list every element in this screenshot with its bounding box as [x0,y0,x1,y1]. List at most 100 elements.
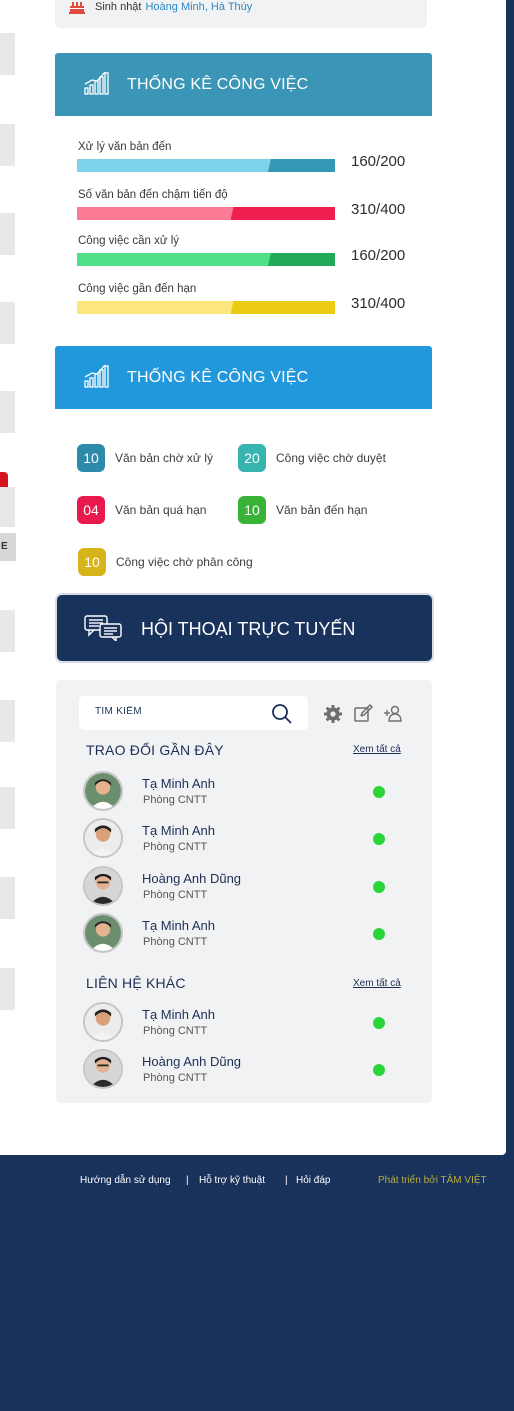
work-stats-title: THỐNG KÊ CÔNG VIỆC [127,75,309,93]
progress-row: Công việc gần đến hạn 310/400 [77,283,417,319]
contact-name: Tạ Minh Anh [142,776,215,791]
count-label: Công việc chờ phân công [116,555,253,569]
progress-label: Số văn bản đến chậm tiến độ [78,189,228,201]
count-item[interactable]: 04 Văn bản quá hạn [77,496,206,524]
avatar [83,771,123,811]
chat-title: HỘI THOẠI TRỰC TUYẾN [141,619,356,639]
count-label: Công việc chờ duyệt [276,451,386,465]
birthday-names-link[interactable]: Hoàng Minh, Hà Thúy [145,1,252,13]
chat-search-input[interactable] [95,706,255,717]
avatar [83,818,123,858]
progress-row: Số văn bản đến chậm tiến độ 310/400 [77,189,417,225]
contact-name: Hoàng Anh Dũng [142,871,242,886]
side-tab[interactable] [0,302,15,344]
contact-item[interactable]: Tạ Minh Anh Phòng CNTT [83,818,393,858]
side-tab[interactable] [0,33,15,75]
contact-dept: Phòng CNTT [143,889,208,901]
avatar [83,866,123,906]
progress-bar [77,253,335,266]
contact-dept: Phòng CNTT [143,794,208,806]
progress-label: Công việc cần xử lý [78,235,180,247]
work-stats-header: THỐNG KÊ CÔNG VIỆC [55,53,432,116]
bar-chart-icon [84,364,109,388]
footer: Hướng dẫn sử dụng | Hỗ trợ kỹ thuật | Hỏ… [0,1175,514,1189]
count-label: Văn bản chờ xử lý [115,451,213,465]
online-status-dot [373,1017,385,1029]
side-tab[interactable] [0,787,15,829]
online-status-dot [373,928,385,940]
contact-name: Tạ Minh Anh [142,1007,215,1022]
progress-fill [267,159,335,172]
footer-link-support[interactable]: Hỗ trợ kỹ thuật [199,1175,265,1186]
recent-see-all-link[interactable]: Xem tất cả [353,744,401,755]
progress-bar [77,159,335,172]
footer-credit: Phát triển bởi TÂM VIỆT [378,1175,487,1186]
others-section-title: LIÊN HỆ KHÁC [86,975,186,991]
progress-fill [230,207,335,220]
progress-row: Công việc cần xử lý 160/200 [77,235,417,271]
avatar [83,913,123,953]
side-tab[interactable] [0,124,15,166]
progress-value: 160/200 [351,247,406,264]
chat-bubbles-icon [84,615,122,641]
contact-dept: Phòng CNTT [143,1072,208,1084]
contact-item[interactable]: Hoàng Anh Dũng Phòng CNTT [83,1049,393,1089]
gear-icon[interactable] [323,704,343,724]
progress-label: Xử lý văn bản đến [78,141,172,153]
side-tab[interactable] [0,877,15,919]
contact-item[interactable]: Tạ Minh Anh Phòng CNTT [83,771,393,811]
count-badge: 04 [77,496,105,524]
footer-separator: | [285,1175,288,1186]
progress-value: 310/400 [351,201,406,218]
contact-name: Tạ Minh Anh [142,918,215,933]
side-tab[interactable] [0,487,15,527]
progress-bar [77,207,335,220]
count-item[interactable]: 10 Công việc chờ phân công [78,548,253,576]
contact-dept: Phòng CNTT [143,936,208,948]
count-item[interactable]: 10 Văn bản đến hạn [238,496,367,524]
count-badge: 20 [238,444,266,472]
contact-item[interactable]: Hoàng Anh Dũng Phòng CNTT [83,866,393,906]
compose-icon[interactable] [353,704,373,724]
online-status-dot [373,881,385,893]
progress-bar [77,301,335,314]
side-tab[interactable] [0,968,15,1010]
footer-separator: | [186,1175,189,1186]
side-tab[interactable] [0,391,15,433]
count-badge: 10 [78,548,106,576]
side-tab[interactable] [0,213,15,255]
online-status-dot [373,833,385,845]
contact-item[interactable]: Tạ Minh Anh Phòng CNTT [83,1002,393,1042]
add-contact-icon[interactable] [383,704,403,724]
footer-link-guide[interactable]: Hướng dẫn sử dụng [80,1175,171,1186]
online-status-dot [373,1064,385,1076]
contact-item[interactable]: Tạ Minh Anh Phòng CNTT [83,913,393,953]
contact-dept: Phòng CNTT [143,1025,208,1037]
footer-link-faq[interactable]: Hỏi đáp [296,1175,330,1186]
work-counts-title: THỐNG KÊ CÔNG VIỆC [127,368,309,386]
contact-name: Tạ Minh Anh [142,823,215,838]
count-label: Văn bản đến hạn [276,503,368,517]
count-label: Văn bản quá hạn [115,503,207,517]
progress-label: Công việc gần đến hạn [78,283,197,295]
avatar [83,1002,123,1042]
side-tab[interactable] [0,700,15,742]
progress-fill [267,253,335,266]
count-badge: 10 [77,444,105,472]
work-counts-header: THỐNG KÊ CÔNG VIỆC [55,346,432,409]
online-status-dot [373,786,385,798]
count-badge: 10 [238,496,266,524]
avatar [83,1049,123,1089]
count-item[interactable]: 10 Văn bản chờ xử lý [77,444,213,472]
side-tab-e[interactable]: E [0,533,16,561]
others-see-all-link[interactable]: Xem tất cả [353,978,401,989]
progress-value: 310/400 [351,295,406,312]
search-icon[interactable] [271,703,293,725]
cake-icon [69,2,85,14]
birthday-label: Sinh nhật [95,1,142,13]
recent-section-title: TRAO ĐỔI GẦN ĐÂY [86,742,224,758]
side-tab[interactable] [0,610,15,652]
count-item[interactable]: 20 Công việc chờ duyệt [238,444,386,472]
progress-fill [230,301,335,314]
chat-header[interactable]: HỘI THOẠI TRỰC TUYẾN [55,593,434,663]
